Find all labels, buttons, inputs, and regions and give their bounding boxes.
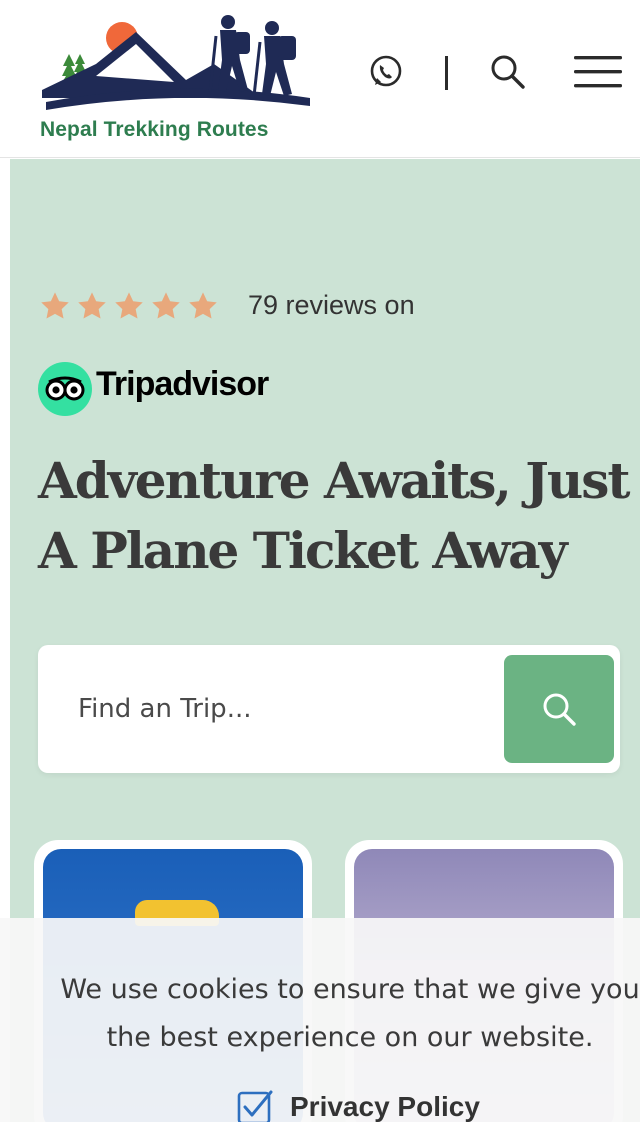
brand-logo[interactable]: Nepal Trekking Routes	[36, 14, 328, 146]
trip-search-input[interactable]	[78, 681, 488, 737]
hamburger-menu-icon[interactable]	[570, 50, 626, 94]
privacy-policy-label: Privacy Policy	[290, 1091, 480, 1122]
trip-search-button[interactable]	[504, 655, 614, 763]
mountain-hikers-logo-icon	[42, 15, 310, 110]
header-divider	[445, 56, 448, 90]
cookie-message: We use cookies to ensure that we give yo…	[0, 966, 640, 1062]
brand-name: Nepal Trekking Routes	[40, 118, 269, 141]
tripadvisor-wordmark[interactable]: Tripadvisor	[96, 365, 269, 404]
whatsapp-icon[interactable]	[364, 50, 408, 94]
hero-headline: Adventure Awaits, Just A Plane Ticket Aw…	[38, 446, 638, 586]
star-rating	[38, 290, 220, 322]
headline-line-2: A Plane Ticket Away	[38, 521, 568, 580]
star-icon	[78, 292, 106, 319]
checkbox-icon[interactable]	[236, 1088, 274, 1122]
cookie-banner: We use cookies to ensure that we give yo…	[0, 918, 640, 1122]
reviews-count: 79 reviews on	[248, 290, 415, 320]
trip-search-form	[38, 645, 620, 773]
cookie-message-line-2: the best experience on our website.	[106, 1022, 594, 1053]
star-icon	[189, 292, 217, 319]
search-icon	[543, 693, 576, 726]
headline-line-1: Adventure Awaits, Just	[38, 451, 631, 510]
cookie-message-line-1: We use cookies to ensure that we give yo…	[60, 974, 640, 1005]
star-icon	[152, 292, 180, 319]
search-icon[interactable]	[486, 50, 530, 94]
site-header: Nepal Trekking Routes	[0, 0, 640, 158]
tripadvisor-owl-icon	[38, 362, 92, 416]
star-icon	[41, 292, 69, 319]
privacy-policy-link[interactable]: Privacy Policy	[236, 1088, 480, 1122]
star-icon	[115, 292, 143, 319]
